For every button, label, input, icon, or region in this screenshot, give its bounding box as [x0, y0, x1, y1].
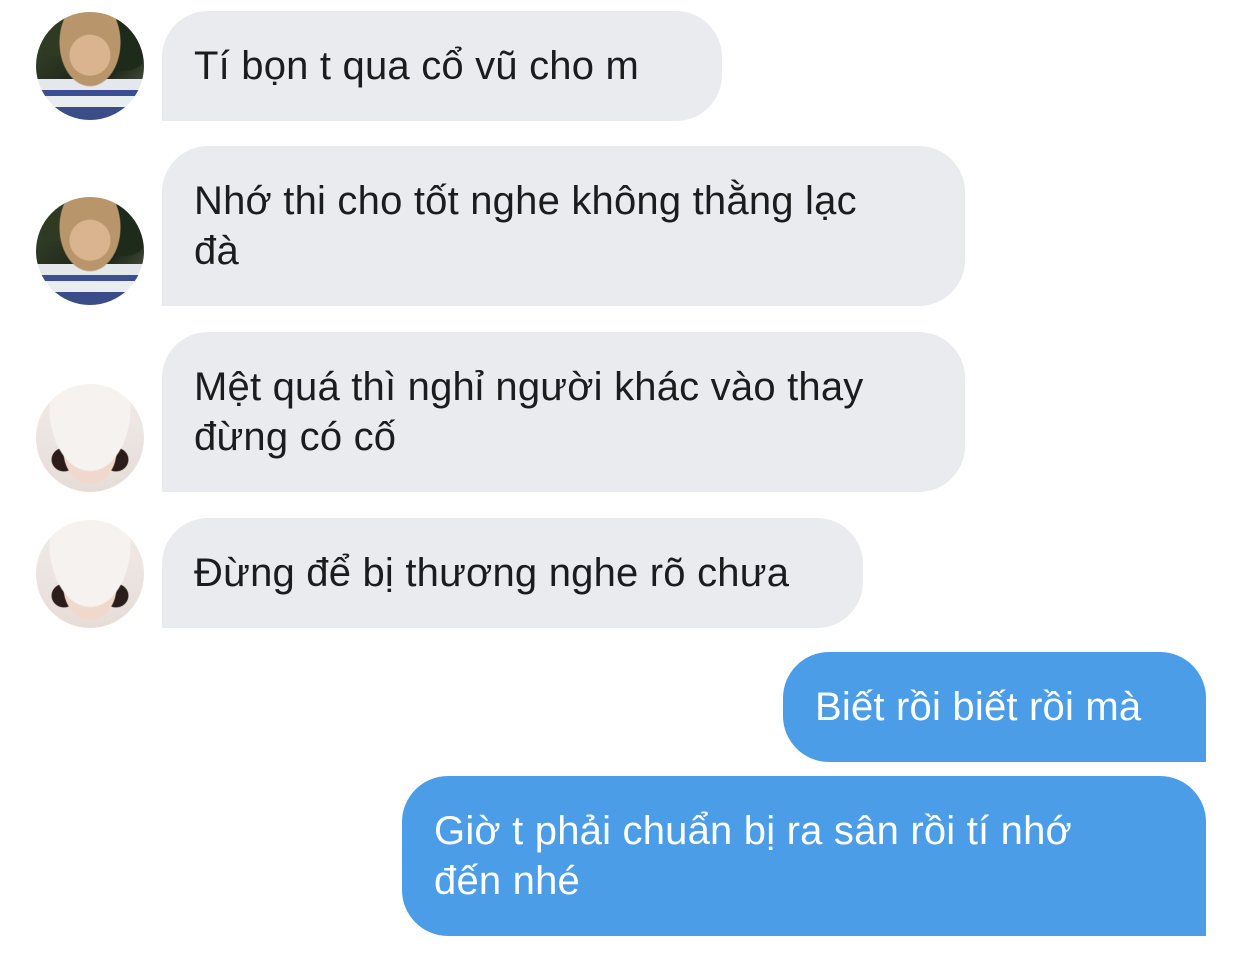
avatar[interactable]: [36, 520, 144, 628]
message-text: Nhớ thi cho tốt nghe không thằng lạc đà: [194, 179, 857, 273]
message-bubble-outgoing[interactable]: Biết rồi biết rồi mà: [783, 652, 1206, 762]
message-bubble-incoming[interactable]: Đừng để bị thương nghe rõ chưa: [162, 518, 863, 628]
avatar[interactable]: [36, 197, 144, 305]
message-text: Tí bọn t qua cổ vũ cho m: [194, 44, 640, 88]
message-text: Mệt quá thì nghỉ người khác vào thay đừn…: [194, 365, 864, 459]
message-bubble-incoming[interactable]: Nhớ thi cho tốt nghe không thằng lạc đà: [162, 146, 965, 306]
message-bubble-outgoing[interactable]: Giờ t phải chuẩn bị ra sân rồi tí nhớ đế…: [402, 776, 1206, 936]
message-bubble-incoming[interactable]: Tí bọn t qua cổ vũ cho m: [162, 11, 722, 121]
message-text: Biết rồi biết rồi mà: [815, 685, 1142, 729]
message-text: Giờ t phải chuẩn bị ra sân rồi tí nhớ đế…: [434, 809, 1072, 903]
avatar[interactable]: [36, 384, 144, 492]
message-text: Đừng để bị thương nghe rõ chưa: [194, 551, 790, 595]
avatar[interactable]: [36, 12, 144, 120]
message-bubble-incoming[interactable]: Mệt quá thì nghỉ người khác vào thay đừn…: [162, 332, 965, 492]
